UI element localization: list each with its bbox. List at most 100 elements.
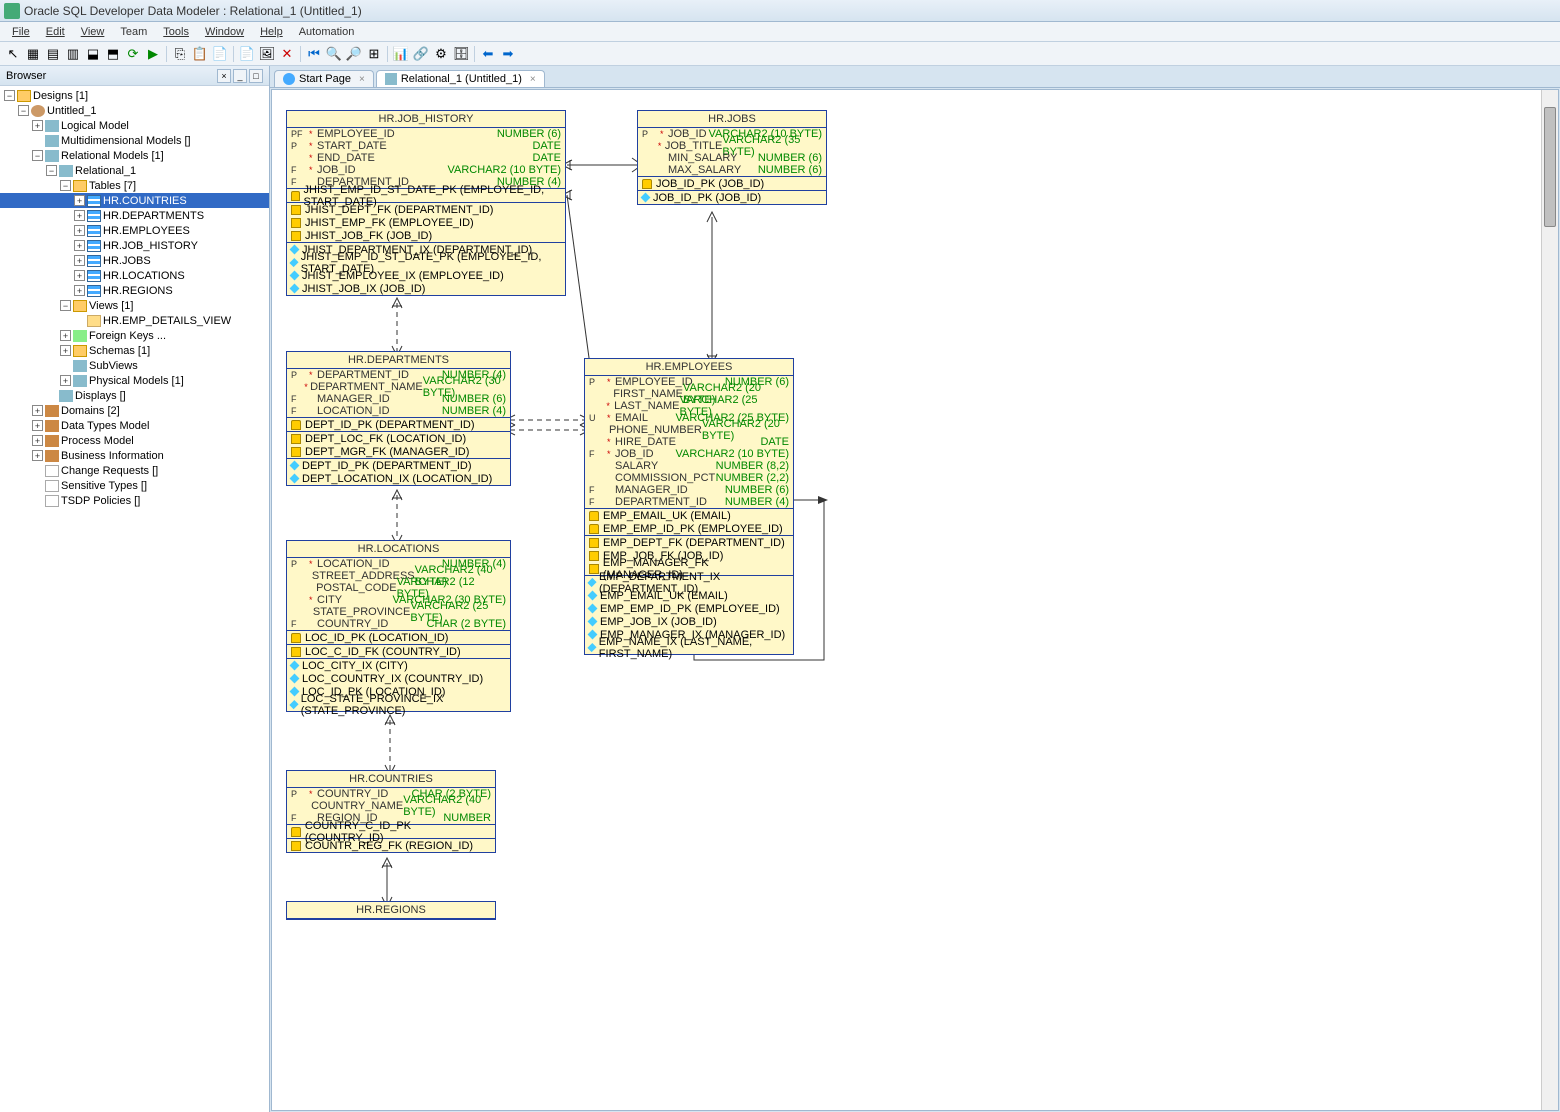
tree-toggle-icon[interactable]: − (60, 300, 71, 311)
entity-countries[interactable]: HR.COUNTRIES P*COUNTRY_IDCHAR (2 BYTE)CO… (286, 770, 496, 853)
tree-toggle-icon[interactable]: − (4, 90, 15, 101)
tree-changereq[interactable]: Change Requests [] (0, 463, 269, 478)
tree-relational[interactable]: −Relational Models [1] (0, 148, 269, 163)
tree-displays[interactable]: Displays [] (0, 388, 269, 403)
tree-toggle-icon[interactable]: − (46, 165, 57, 176)
tab-startpage[interactable]: Start Page× (274, 70, 374, 87)
index-row[interactable]: EMP_JOB_IX (JOB_ID) (585, 615, 793, 628)
settings-icon[interactable]: ⚙ (432, 45, 450, 63)
image-icon[interactable]: 🖼 (258, 45, 276, 63)
tree-toggle-icon[interactable]: + (60, 375, 71, 386)
fk-row[interactable]: COUNTR_REG_FK (REGION_ID) (287, 839, 495, 852)
vertical-scrollbar[interactable] (1541, 90, 1558, 1110)
browser-tree[interactable]: −Designs [1] −Untitled_1 +Logical Model … (0, 86, 269, 1112)
tree-toggle-icon[interactable]: + (60, 345, 71, 356)
tree-toggle-icon[interactable]: − (18, 105, 29, 116)
index-row[interactable]: JHIST_EMP_ID_ST_DATE_PK (EMPLOYEE_ID, ST… (287, 256, 565, 269)
tree-toggle-icon[interactable]: + (74, 210, 85, 221)
tree-domains[interactable]: +Domains [2] (0, 403, 269, 418)
column-row[interactable]: FCOUNTRY_IDCHAR (2 BYTE) (287, 618, 510, 630)
tree-schemas[interactable]: +Schemas [1] (0, 343, 269, 358)
browser-minimize-icon[interactable]: _ (233, 69, 247, 83)
tree-toggle-icon[interactable]: + (32, 405, 43, 416)
index-row[interactable]: JHIST_JOB_IX (JOB_ID) (287, 282, 565, 295)
menu-team[interactable]: Team (112, 24, 155, 40)
split-icon[interactable]: ⬓ (84, 45, 102, 63)
clipboard-icon[interactable]: 📄 (211, 45, 229, 63)
diagram-canvas[interactable]: HR.JOB_HISTORY PF*EMPLOYEE_IDNUMBER (6)P… (272, 90, 1558, 1110)
fk-row[interactable]: EMP_DEPT_FK (DEPARTMENT_ID) (585, 536, 793, 549)
tree-business[interactable]: +Business Information (0, 448, 269, 463)
tab-close-icon[interactable]: × (359, 74, 365, 85)
tree-toggle-icon[interactable]: + (74, 255, 85, 266)
tree-toggle-icon[interactable]: + (32, 120, 43, 131)
tree-toggle-icon[interactable]: + (74, 285, 85, 296)
column-row[interactable]: P*START_DATEDATE (287, 140, 565, 152)
cursor-icon[interactable]: ↖ (4, 45, 22, 63)
tree-untitled[interactable]: −Untitled_1 (0, 103, 269, 118)
tree-toggle-icon[interactable]: − (60, 180, 71, 191)
fit-icon[interactable]: ⊞ (365, 45, 383, 63)
entity-departments[interactable]: HR.DEPARTMENTS P*DEPARTMENT_IDNUMBER (4)… (286, 351, 511, 486)
column-row[interactable]: COMMISSION_PCTNUMBER (2,2) (585, 472, 793, 484)
tree-rel1[interactable]: −Relational_1 (0, 163, 269, 178)
entity-locations[interactable]: HR.LOCATIONS P*LOCATION_IDNUMBER (4)STRE… (286, 540, 511, 712)
table-icon[interactable]: ▤ (44, 45, 62, 63)
pk-row[interactable]: JHIST_EMP_ID_ST_DATE_PK (EMPLOYEE_ID, ST… (287, 189, 565, 202)
tree-table-countries[interactable]: +HR.COUNTRIES (0, 193, 269, 208)
tree-table-regions[interactable]: +HR.REGIONS (0, 283, 269, 298)
tree-multidim[interactable]: Multidimensional Models [] (0, 133, 269, 148)
column-row[interactable]: FLOCATION_IDNUMBER (4) (287, 405, 510, 417)
tree-tables[interactable]: −Tables [7] (0, 178, 269, 193)
sync-icon[interactable]: ⟳ (124, 45, 142, 63)
menu-edit[interactable]: Edit (38, 24, 73, 40)
column-row[interactable]: *DEPARTMENT_NAMEVARCHAR2 (30 BYTE) (287, 381, 510, 393)
menu-window[interactable]: Window (197, 24, 252, 40)
tree-fkeys[interactable]: +Foreign Keys ... (0, 328, 269, 343)
fk-row[interactable]: DEPT_MGR_FK (MANAGER_ID) (287, 445, 510, 458)
report-icon[interactable]: 📊 (392, 45, 410, 63)
fk-row[interactable]: LOC_C_ID_FK (COUNTRY_ID) (287, 645, 510, 658)
column-row[interactable]: *JOB_TITLEVARCHAR2 (35 BYTE) (638, 140, 826, 152)
column-row[interactable]: *END_DATEDATE (287, 152, 565, 164)
index-row[interactable]: EMP_EMP_ID_PK (EMPLOYEE_ID) (585, 602, 793, 615)
tree-table-locations[interactable]: +HR.LOCATIONS (0, 268, 269, 283)
play-icon[interactable]: ▶ (144, 45, 162, 63)
database-icon[interactable]: 🗄 (452, 45, 470, 63)
column-row[interactable]: F*JOB_IDVARCHAR2 (10 BYTE) (287, 164, 565, 176)
tree-table-employees[interactable]: +HR.EMPLOYEES (0, 223, 269, 238)
merge-icon[interactable]: ⬒ (104, 45, 122, 63)
tree-designs[interactable]: −Designs [1] (0, 88, 269, 103)
forward-icon[interactable]: ➡ (499, 45, 517, 63)
tree-table-departments[interactable]: +HR.DEPARTMENTS (0, 208, 269, 223)
tree-toggle-icon[interactable]: − (32, 150, 43, 161)
fk-row[interactable]: JHIST_JOB_FK (JOB_ID) (287, 229, 565, 242)
close-icon[interactable]: ✕ (278, 45, 296, 63)
menu-file[interactable]: File (4, 24, 38, 40)
tree-datatypes[interactable]: +Data Types Model (0, 418, 269, 433)
entity-regions[interactable]: HR.REGIONS (286, 901, 496, 920)
column-row[interactable]: STATE_PROVINCEVARCHAR2 (25 BYTE) (287, 606, 510, 618)
browser-maximize-icon[interactable]: □ (249, 69, 263, 83)
tree-toggle-icon[interactable]: + (32, 450, 43, 461)
index-row[interactable]: DEPT_ID_PK (DEPARTMENT_ID) (287, 459, 510, 472)
column-row[interactable]: COUNTRY_NAMEVARCHAR2 (40 BYTE) (287, 800, 495, 812)
tree-tsdp[interactable]: TSDP Policies [] (0, 493, 269, 508)
tab-close-icon[interactable]: × (530, 74, 536, 85)
pk-row[interactable]: EMP_EMAIL_UK (EMAIL) (585, 509, 793, 522)
tree-sensitive[interactable]: Sensitive Types [] (0, 478, 269, 493)
index-row[interactable]: DEPT_LOCATION_IX (LOCATION_ID) (287, 472, 510, 485)
column-row[interactable]: F*JOB_IDVARCHAR2 (10 BYTE) (585, 448, 793, 460)
zoom-in-icon[interactable]: 🔍 (325, 45, 343, 63)
column-row[interactable]: MAX_SALARYNUMBER (6) (638, 164, 826, 176)
pk-row[interactable]: COUNTRY_C_ID_PK (COUNTRY_ID) (287, 825, 495, 838)
index-row[interactable]: EMP_DEPARTMENT_IX (DEPARTMENT_ID) (585, 576, 793, 589)
index-row[interactable]: LOC_CITY_IX (CITY) (287, 659, 510, 672)
column-row[interactable]: *HIRE_DATEDATE (585, 436, 793, 448)
tree-view-empdetails[interactable]: HR.EMP_DETAILS_VIEW (0, 313, 269, 328)
tree-toggle-icon[interactable]: + (60, 330, 71, 341)
index-row[interactable]: LOC_COUNTRY_IX (COUNTRY_ID) (287, 672, 510, 685)
back-icon[interactable]: ⬅ (479, 45, 497, 63)
copy-icon[interactable]: ⎘ (171, 45, 189, 63)
tree-toggle-icon[interactable]: + (74, 195, 85, 206)
